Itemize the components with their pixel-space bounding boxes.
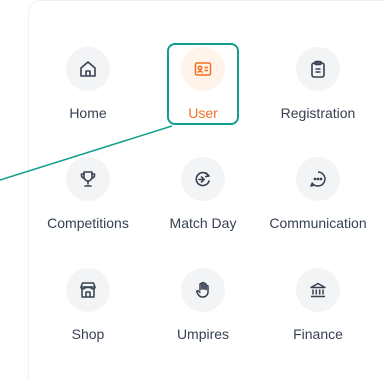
chat-bubble-icon	[296, 157, 340, 201]
menu-item-label: Shop	[71, 326, 105, 342]
bank-icon	[296, 268, 340, 312]
menu-item-label: Finance	[293, 326, 343, 342]
home-icon	[66, 47, 110, 91]
menu-item-competitions[interactable]: Competitions	[33, 157, 143, 257]
menu-item-registration[interactable]: Registration	[263, 47, 373, 147]
menu-item-communication[interactable]: Communication	[263, 157, 373, 257]
menu-item-label: Match Day	[169, 215, 237, 231]
user-id-card-icon	[181, 47, 225, 91]
menu-item-label: Registration	[280, 105, 356, 121]
menu-item-home[interactable]: Home	[33, 47, 143, 147]
match-day-icon	[181, 157, 225, 201]
menu-item-label: Competitions	[47, 215, 129, 231]
menu-item-match-day[interactable]: Match Day	[148, 157, 258, 257]
menu-item-finance[interactable]: Finance	[263, 268, 373, 368]
menu-item-label: Umpires	[176, 326, 230, 342]
hand-icon	[181, 268, 225, 312]
menu-item-label: User	[188, 105, 218, 121]
menu-item-user[interactable]: User	[148, 47, 258, 147]
menu-item-umpires[interactable]: Umpires	[148, 268, 258, 368]
menu-item-shop[interactable]: Shop	[33, 268, 143, 368]
trophy-icon	[66, 157, 110, 201]
menu-item-label: Communication	[269, 215, 367, 231]
shop-icon	[66, 268, 110, 312]
menu-item-label: Home	[69, 105, 107, 121]
clipboard-icon	[296, 47, 340, 91]
